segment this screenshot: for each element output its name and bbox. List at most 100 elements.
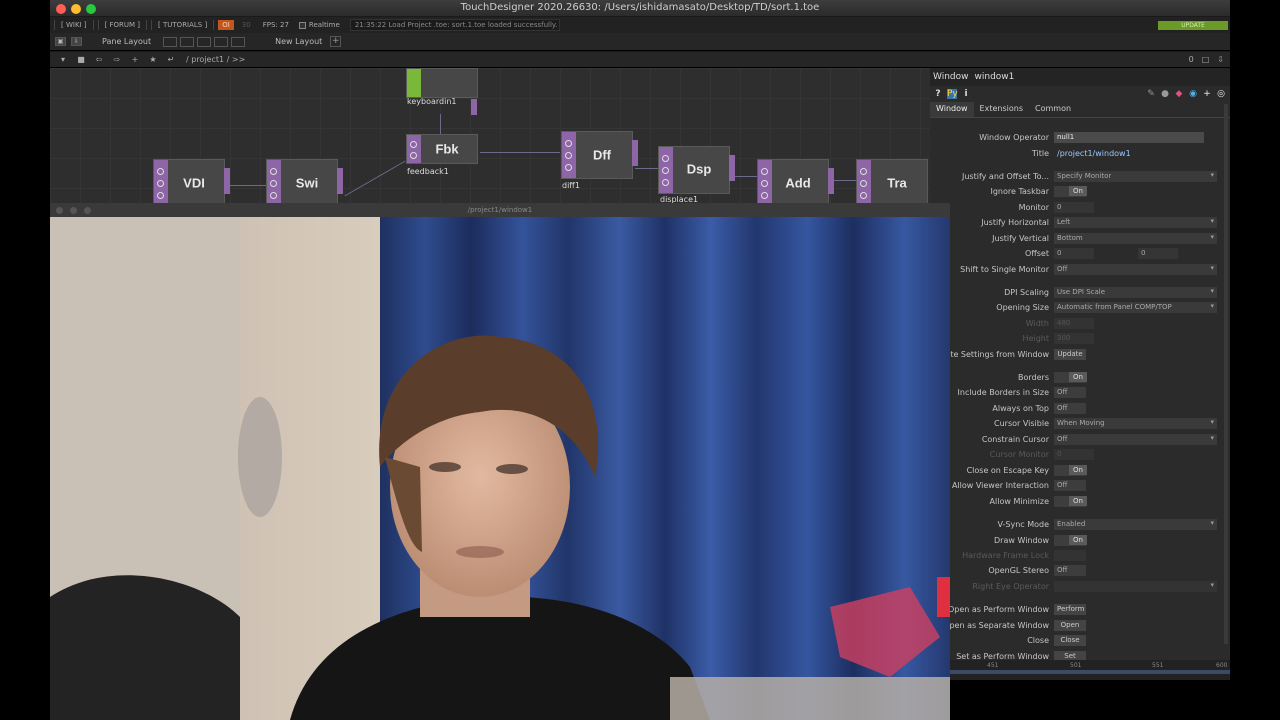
parameter-field[interactable]: 300 bbox=[1054, 333, 1094, 344]
plus-icon[interactable]: + bbox=[1202, 89, 1212, 99]
parameter-row: Justify and Offset To... Specify Monitor bbox=[930, 170, 1225, 184]
parameter-button[interactable]: Close bbox=[1054, 635, 1086, 646]
operator-name[interactable]: window1 bbox=[975, 72, 1015, 82]
node-output[interactable] bbox=[471, 99, 477, 115]
parameter-toggle[interactable]: On bbox=[1054, 496, 1087, 507]
parameter-field[interactable]: Off bbox=[1054, 403, 1086, 414]
output-window[interactable]: /project1/window1 bbox=[50, 203, 950, 720]
help-icon[interactable]: ? bbox=[933, 89, 943, 99]
parameter-field[interactable]: null1 bbox=[1054, 132, 1204, 143]
parameter-label: Height bbox=[1022, 334, 1049, 343]
parameter-menu[interactable]: Enabled bbox=[1054, 519, 1217, 530]
download-icon[interactable]: ⇩ bbox=[71, 37, 82, 46]
node-output[interactable] bbox=[828, 168, 834, 194]
parameter-menu[interactable]: Off bbox=[1054, 434, 1217, 445]
parameter-field[interactable]: 0 bbox=[1054, 202, 1094, 213]
parameter-field[interactable]: Off bbox=[1054, 565, 1086, 576]
parameter-menu[interactable]: Automatic from Panel COMP/TOP bbox=[1054, 302, 1217, 313]
add-icon[interactable]: + bbox=[130, 55, 140, 64]
layout-split-horizontal-button[interactable] bbox=[197, 36, 212, 47]
tag-icon[interactable]: ◆ bbox=[1174, 89, 1184, 99]
node-transform[interactable]: Tra bbox=[856, 159, 928, 206]
network-editor[interactable]: keyboardin1 Fbk feedback1 Dff diff1 Dsp … bbox=[50, 68, 930, 206]
menu-arrow-icon[interactable]: ▾ bbox=[58, 55, 68, 64]
back-icon[interactable]: ⇦ bbox=[94, 55, 104, 64]
maximize-dot-icon[interactable] bbox=[84, 207, 91, 214]
stop-icon[interactable]: ■ bbox=[76, 55, 86, 64]
node-diff[interactable]: Dff bbox=[561, 131, 638, 179]
tutorials-button[interactable]: [ TUTORIALS ] bbox=[151, 20, 215, 30]
maximize-pane-icon[interactable]: □ bbox=[1202, 55, 1210, 64]
node-output[interactable] bbox=[729, 155, 735, 181]
node-displace[interactable]: Dsp bbox=[658, 146, 735, 194]
wiki-button[interactable]: [ WIKI ] bbox=[54, 20, 94, 30]
breadcrumb[interactable]: / project1 / >> bbox=[186, 55, 245, 64]
parameter-button[interactable]: Update bbox=[1054, 349, 1086, 360]
timeline-range-bar[interactable] bbox=[950, 670, 1230, 674]
parameter-menu[interactable]: Off bbox=[1054, 264, 1217, 275]
parameter-field[interactable]: /project1/window1 bbox=[1054, 148, 1134, 159]
globe-icon[interactable]: ◉ bbox=[1188, 89, 1198, 99]
update-button[interactable]: UPDATE bbox=[1158, 20, 1228, 30]
layout-triple-button[interactable] bbox=[231, 36, 246, 47]
parameter-toggle[interactable]: On bbox=[1054, 186, 1087, 197]
info-icon[interactable]: i bbox=[961, 89, 971, 99]
minimize-dot-icon[interactable] bbox=[70, 207, 77, 214]
return-icon[interactable]: ↵ bbox=[166, 55, 176, 64]
parameter-menu[interactable]: Use DPI Scale bbox=[1054, 287, 1217, 298]
output-window-titlebar[interactable]: /project1/window1 bbox=[50, 203, 950, 217]
oi-button[interactable]: OI bbox=[218, 20, 234, 30]
node-add[interactable]: Add bbox=[757, 159, 834, 206]
forward-icon[interactable]: ⇨ bbox=[112, 55, 122, 64]
pencil-icon[interactable]: ✎ bbox=[1146, 89, 1156, 99]
pane-icon[interactable]: ▣ bbox=[55, 37, 66, 46]
node-keyboardin[interactable] bbox=[406, 68, 478, 115]
tab-extensions[interactable]: Extensions bbox=[974, 102, 1029, 117]
parameter-toggle[interactable]: On bbox=[1054, 535, 1087, 546]
pane-options-icon[interactable]: ⇩ bbox=[1217, 55, 1224, 64]
parameter-field[interactable]: Off bbox=[1054, 480, 1086, 491]
path-right-zero: 0 bbox=[1188, 55, 1194, 64]
add-layout-button[interactable]: + bbox=[330, 36, 342, 47]
node-switch[interactable]: Swi bbox=[266, 159, 343, 206]
parameter-field[interactable] bbox=[1054, 550, 1086, 561]
parameter-menu[interactable]: When Moving bbox=[1054, 418, 1217, 429]
parameter-menu[interactable]: Left bbox=[1054, 217, 1217, 228]
parameter-field[interactable]: 0 bbox=[1054, 248, 1094, 259]
parameter-row: Hardware Frame Lock bbox=[930, 549, 1225, 563]
connector-icon bbox=[565, 140, 572, 147]
timeline[interactable]: 451 501 551 600 bbox=[950, 660, 1230, 680]
node-feedback[interactable]: Fbk bbox=[406, 134, 478, 164]
star-icon[interactable]: ★ bbox=[148, 55, 158, 64]
layout-split-button[interactable] bbox=[180, 36, 195, 47]
target-icon[interactable]: ◎ bbox=[1216, 89, 1226, 99]
parameter-button[interactable]: Open bbox=[1054, 620, 1086, 631]
layout-quad-button[interactable] bbox=[214, 36, 229, 47]
realtime-checkbox[interactable]: Realtime bbox=[298, 21, 340, 29]
node-output[interactable] bbox=[337, 168, 343, 194]
comment-icon[interactable]: ● bbox=[1160, 89, 1170, 99]
parameter-field[interactable]: 480 bbox=[1054, 318, 1094, 329]
parameter-field[interactable] bbox=[1054, 581, 1217, 592]
parameter-button[interactable]: Perform bbox=[1054, 604, 1086, 615]
close-dot-icon[interactable] bbox=[56, 207, 63, 214]
forum-button[interactable]: [ FORUM ] bbox=[97, 20, 148, 30]
tab-window[interactable]: Window bbox=[930, 102, 974, 117]
tab-common[interactable]: Common bbox=[1029, 102, 1077, 117]
parameter-field[interactable]: Off bbox=[1054, 387, 1086, 398]
parameter-field[interactable]: 0 bbox=[1138, 248, 1178, 259]
parameter-scrollbar[interactable] bbox=[1224, 104, 1228, 644]
node-label: Tra bbox=[887, 175, 907, 191]
python-icon[interactable]: Py bbox=[947, 89, 958, 99]
network-path-bar: ▾ ■ ⇦ ⇨ + ★ ↵ / project1 / >> 0 □ ⇩ bbox=[50, 51, 1230, 67]
node-videodevicein[interactable]: VDI bbox=[153, 159, 230, 206]
parameter-menu[interactable]: Bottom bbox=[1054, 233, 1217, 244]
node-output[interactable] bbox=[632, 140, 638, 166]
parameter-toggle[interactable]: On bbox=[1054, 372, 1087, 383]
parameter-field[interactable]: 0 bbox=[1054, 449, 1094, 460]
layout-single-button[interactable] bbox=[163, 36, 178, 47]
parameter-menu[interactable]: Specify Monitor bbox=[1054, 171, 1217, 182]
toggle-state: On bbox=[1069, 186, 1087, 196]
parameter-toggle[interactable]: On bbox=[1054, 465, 1087, 476]
node-output[interactable] bbox=[224, 168, 230, 194]
